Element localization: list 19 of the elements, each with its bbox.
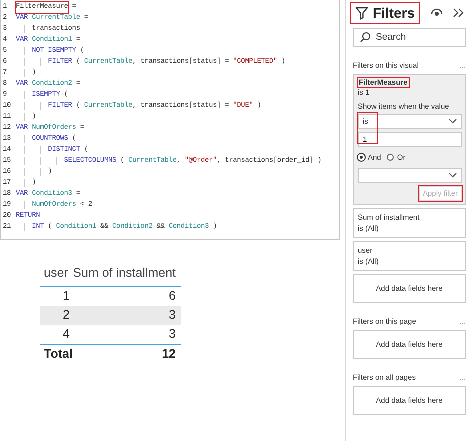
search-icon — [360, 32, 371, 43]
collapse-icon[interactable] — [453, 8, 464, 18]
eye-icon[interactable] — [431, 8, 443, 18]
column-header[interactable]: user — [44, 262, 68, 286]
funnel-icon — [355, 6, 369, 20]
total-value: 12 — [162, 346, 176, 363]
search-field[interactable]: Search — [353, 28, 466, 47]
table-cell-text: 2 — [62, 307, 70, 324]
pane-title: Filters — [373, 5, 416, 21]
table-cell-text: 3 — [169, 307, 176, 324]
table-cell-text: 4 — [62, 326, 70, 343]
chevron-down-icon — [449, 119, 457, 124]
table-cell-text: 1 — [62, 288, 70, 305]
chevron-down-icon — [449, 173, 457, 178]
table-cell-text: 3 — [169, 326, 176, 343]
column-header[interactable]: Sum of installment — [73, 262, 176, 286]
table-cell-text: 6 — [169, 288, 176, 305]
total-label: Total — [44, 346, 73, 363]
code-editor[interactable] — [0, 0, 340, 240]
